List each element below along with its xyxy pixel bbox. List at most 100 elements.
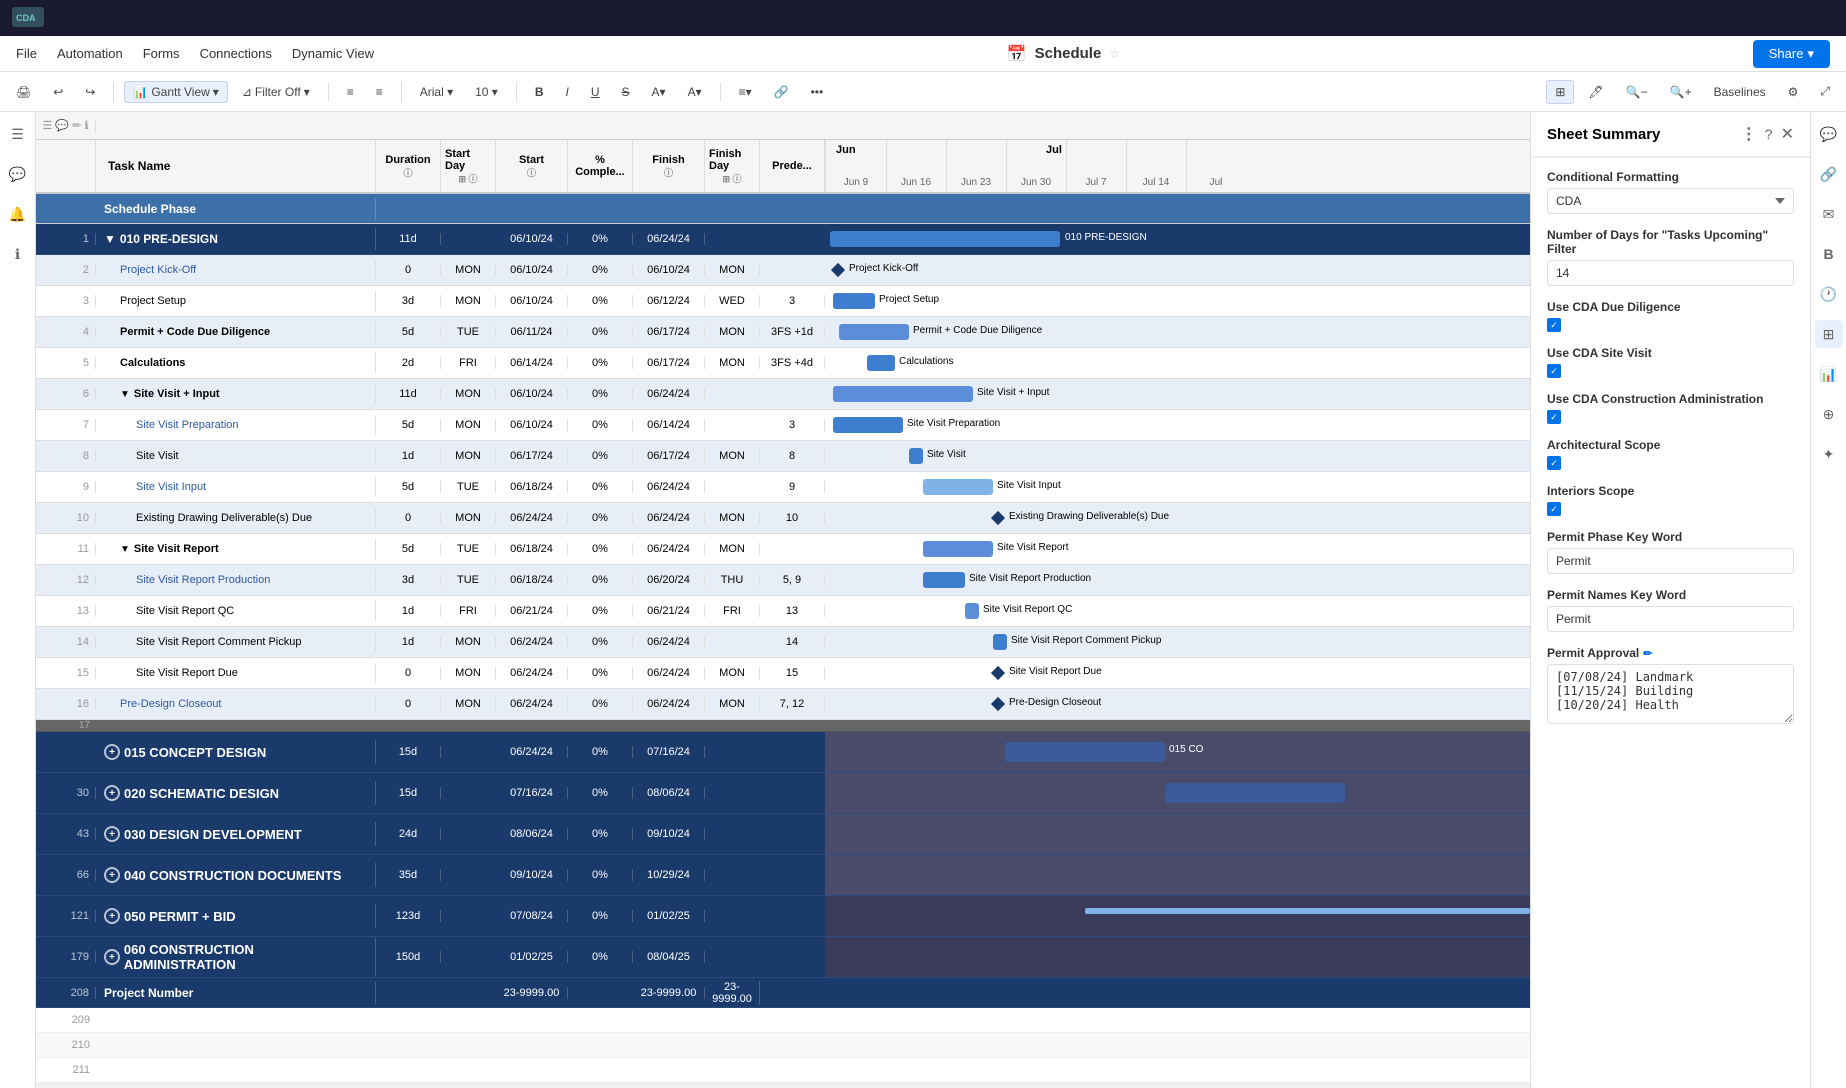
ss-label-conditional-formatting: Conditional Formatting <box>1547 170 1794 184</box>
table-row: 13 Site Visit Report QC 1d FRI 06/21/24 … <box>36 596 1530 627</box>
ss-due-diligence-checkbox[interactable]: ✓ <box>1547 318 1561 332</box>
ss-conditional-formatting-dropdown[interactable]: CDA <box>1547 188 1794 214</box>
more-button[interactable]: ••• <box>803 81 832 103</box>
gantt-view-button[interactable]: 📊 Gantt View ▾ <box>124 81 227 103</box>
ss-site-visit-section: Use CDA Site Visit ✓ <box>1547 346 1794 378</box>
table-row: 121 + 050 PERMIT + BID 123d 07/08/24 0% … <box>36 896 1530 937</box>
right-rail-link-icon[interactable]: 🔗 <box>1815 160 1843 188</box>
ss-due-diligence-section: Use CDA Due Diligence ✓ <box>1547 300 1794 332</box>
grid-view-button[interactable]: ⊞ <box>1546 80 1574 104</box>
table-row: 9 Site Visit Input 5d TUE 06/18/24 0% 06… <box>36 472 1530 503</box>
table-row: 179 + 060 CONSTRUCTION ADMINISTRATION 15… <box>36 937 1530 978</box>
help-icon[interactable]: ? <box>1765 126 1773 142</box>
sheet-summary-title: Sheet Summary <box>1547 126 1733 143</box>
menu-dynamic-view[interactable]: Dynamic View <box>292 46 374 61</box>
align-button[interactable]: ≡▾ <box>731 81 760 103</box>
row-options-icon[interactable]: ☰ 💬 ✏ ℹ <box>42 119 88 132</box>
settings-button[interactable]: ⚙ <box>1780 81 1807 103</box>
main-content: ☰ 💬 🔔 ℹ ☰ 💬 ✏ ℹ Task Name Duration ⓘ <box>0 112 1846 1088</box>
table-row: 7 Site Visit Preparation 5d MON 06/10/24… <box>36 410 1530 441</box>
menu-file[interactable]: File <box>16 46 37 61</box>
col-header-duration: Duration ⓘ <box>376 140 441 192</box>
right-rail-chat-icon[interactable]: 💬 <box>1815 120 1843 148</box>
table-row: 3 Project Setup 3d MON 06/10/24 0% 06/12… <box>36 286 1530 317</box>
text-color-button[interactable]: A▾ <box>680 81 710 103</box>
table-row: 43 + 030 DESIGN DEVELOPMENT 24d 08/06/24… <box>36 814 1530 855</box>
right-icon-rail: 💬 🔗 ✉ B 🕐 ⊞ 📊 ⊕ ✦ <box>1810 112 1846 1088</box>
zoom-in-button[interactable]: 🔍+ <box>1662 81 1700 103</box>
ss-days-filter-section: Number of Days for "Tasks Upcoming" Filt… <box>1547 228 1794 286</box>
sheet-summary-panel: Sheet Summary ⋮ ? ✕ Conditional Formatti… <box>1530 112 1810 1088</box>
rail-icon-1[interactable]: ☰ <box>4 120 32 148</box>
sheet-summary-header: Sheet Summary ⋮ ? ✕ <box>1531 112 1810 157</box>
top-bar: CDA <box>0 0 1846 36</box>
font-select[interactable]: Arial ▾ <box>412 81 461 103</box>
italic-button[interactable]: I <box>558 81 577 103</box>
undo-button[interactable]: ↩ <box>45 81 71 103</box>
rail-icon-3[interactable]: 🔔 <box>4 200 32 228</box>
star-icon[interactable]: ☆ <box>1109 47 1120 61</box>
table-row: 8 Site Visit 1d MON 06/17/24 0% 06/17/24… <box>36 441 1530 472</box>
filter-button[interactable]: ⊿ Filter Off ▾ <box>234 81 318 103</box>
underline-button[interactable]: U <box>583 81 608 103</box>
bold-button[interactable]: B <box>527 81 552 103</box>
ss-label-interiors-scope: Interiors Scope <box>1547 484 1794 498</box>
ss-site-visit-checkbox[interactable]: ✓ <box>1547 364 1561 378</box>
share-button[interactable]: Share ▾ <box>1753 40 1830 68</box>
gantt-icon: 📊 <box>133 85 148 99</box>
svg-text:CDA: CDA <box>16 13 36 23</box>
baselines-button[interactable]: Baselines <box>1706 81 1774 103</box>
strikethrough-button[interactable]: S <box>614 81 638 103</box>
col-header-finish: Finish ⓘ <box>633 140 705 192</box>
close-icon[interactable]: ✕ <box>1781 124 1794 144</box>
toolbar: 🖨 ↩ ↪ 📊 Gantt View ▾ ⊿ Filter Off ▾ ≡ ≡ … <box>0 72 1846 112</box>
align-left-button[interactable]: ≡ <box>339 81 362 103</box>
phase-gap: 17 <box>36 720 1530 732</box>
filter-icon: ⊿ <box>242 85 252 99</box>
page-title: Schedule <box>1035 45 1102 62</box>
print-button[interactable]: 🖨 <box>8 81 39 103</box>
right-rail-connect-icon[interactable]: ⊕ <box>1815 400 1843 428</box>
ss-interiors-scope-checkbox[interactable]: ✓ <box>1547 502 1561 516</box>
font-size-select[interactable]: 10 ▾ <box>467 81 506 103</box>
gantt-timeline-header: Jun Jul Jun 9 Jun 16 Jun 23 Jun 30 Jul 7… <box>825 140 1530 192</box>
toolbar-sep-1 <box>113 82 114 102</box>
ss-interiors-scope-section: Interiors Scope ✓ <box>1547 484 1794 516</box>
rail-icon-4[interactable]: ℹ <box>4 240 32 268</box>
menu-automation[interactable]: Automation <box>57 46 123 61</box>
toolbar-sep-4 <box>516 82 517 102</box>
ss-architectural-scope-checkbox[interactable]: ✓ <box>1547 456 1561 470</box>
right-rail-mail-icon[interactable]: ✉ <box>1815 200 1843 228</box>
rail-icon-2[interactable]: 💬 <box>4 160 32 188</box>
table-row: Schedule Phase <box>36 194 1530 224</box>
ss-permit-names-keyword-input[interactable] <box>1547 606 1794 632</box>
ss-label-permit-names-keyword: Permit Names Key Word <box>1547 588 1794 602</box>
ss-construction-admin-checkbox[interactable]: ✓ <box>1547 410 1561 424</box>
right-rail-star-icon[interactable]: ✦ <box>1815 440 1843 468</box>
redo-button[interactable]: ↪ <box>77 81 103 103</box>
ss-days-filter-input[interactable] <box>1547 260 1794 286</box>
fill-color-button[interactable]: A▾ <box>644 81 674 103</box>
table-row: 209 <box>36 1008 1530 1033</box>
ss-permit-approval-section: Permit Approval ✏ [07/08/24] Landmark [1… <box>1547 646 1794 727</box>
ss-permit-approval-textarea[interactable]: [07/08/24] Landmark [11/15/24] Building … <box>1547 664 1794 724</box>
edit-icon[interactable]: ✏ <box>1643 647 1652 660</box>
zoom-out-button[interactable]: 🔍− <box>1618 81 1656 103</box>
right-rail-bold-icon[interactable]: B <box>1815 240 1843 268</box>
col-header-finish-day: Finish Day ⊞ ⓘ <box>705 140 760 192</box>
menu-forms[interactable]: Forms <box>143 46 180 61</box>
align-right-button[interactable]: ≡ <box>368 81 391 103</box>
menu-connections[interactable]: Connections <box>200 46 272 61</box>
right-rail-grid-icon[interactable]: ⊞ <box>1815 320 1843 348</box>
right-rail-history-icon[interactable]: 🕐 <box>1815 280 1843 308</box>
ss-permit-phase-keyword-input[interactable] <box>1547 548 1794 574</box>
paint-button[interactable]: 🖊 <box>1580 81 1611 103</box>
table-row: 14 Site Visit Report Comment Pickup 1d M… <box>36 627 1530 658</box>
sheet-summary-body: Conditional Formatting CDA Number of Day… <box>1531 158 1810 739</box>
ss-permit-phase-keyword-section: Permit Phase Key Word <box>1547 530 1794 574</box>
right-rail-chart-icon[interactable]: 📊 <box>1815 360 1843 388</box>
expand-button[interactable]: ⤢ <box>1812 80 1838 103</box>
grid-body: Schedule Phase 1 ▼ 010 PRE-DESIGN 11d 06… <box>36 194 1530 1088</box>
link-button[interactable]: 🔗 <box>766 81 797 103</box>
more-options-icon[interactable]: ⋮ <box>1741 124 1757 144</box>
